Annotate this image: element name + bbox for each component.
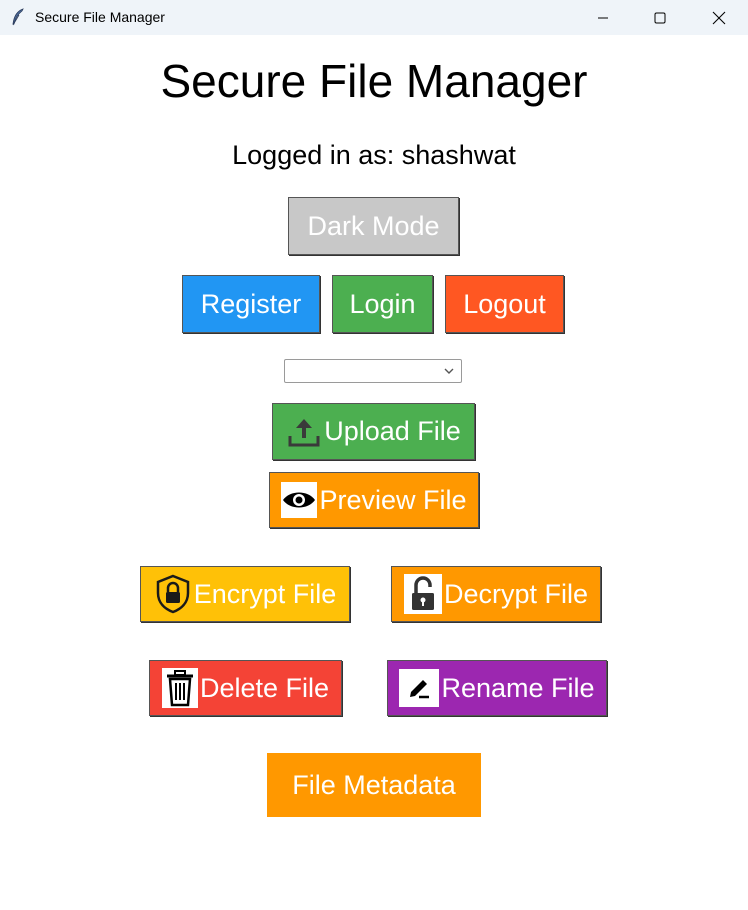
chevron-down-icon xyxy=(444,368,454,374)
upload-file-button[interactable]: Upload File xyxy=(272,403,475,460)
dark-mode-button[interactable]: Dark Mode xyxy=(288,197,459,255)
upload-file-label: Upload File xyxy=(324,416,461,446)
shield-lock-icon xyxy=(154,574,192,614)
logout-button[interactable]: Logout xyxy=(445,275,564,333)
preview-file-label: Preview File xyxy=(319,484,467,515)
register-label: Register xyxy=(200,288,302,319)
pencil-icon xyxy=(399,669,440,707)
dark-mode-label: Dark Mode xyxy=(307,210,440,241)
logged-in-label: Logged in as: shashwat xyxy=(232,140,516,170)
file-select[interactable] xyxy=(284,359,462,383)
close-icon xyxy=(712,11,726,24)
delete-file-label: Delete File xyxy=(199,672,330,703)
trash-icon xyxy=(161,668,198,708)
encrypt-file-label: Encrypt File xyxy=(193,578,337,609)
eye-icon xyxy=(281,482,318,518)
decrypt-file-button[interactable]: Decrypt File xyxy=(391,566,601,622)
maximize-icon xyxy=(654,12,666,23)
delete-file-button[interactable]: Delete File xyxy=(149,660,342,716)
close-button[interactable] xyxy=(690,0,748,35)
rename-file-button[interactable]: Rename File xyxy=(387,660,607,716)
encrypt-file-button[interactable]: Encrypt File xyxy=(140,566,350,622)
title-bar: Secure File Manager xyxy=(0,0,748,35)
file-metadata-button[interactable]: File Metadata xyxy=(267,753,481,817)
page-title: Secure File Manager xyxy=(160,55,588,107)
app-window: Secure File Manager Secure File Manager … xyxy=(0,0,748,910)
file-metadata-label: File Metadata xyxy=(292,769,456,800)
register-button[interactable]: Register xyxy=(182,275,320,333)
minimize-icon xyxy=(598,17,608,18)
login-button[interactable]: Login xyxy=(332,275,433,333)
logout-label: Logout xyxy=(463,288,546,319)
preview-file-button[interactable]: Preview File xyxy=(269,472,479,528)
maximize-button[interactable] xyxy=(631,0,689,35)
unlock-icon xyxy=(403,574,442,614)
login-label: Login xyxy=(349,288,416,319)
rename-file-label: Rename File xyxy=(441,672,595,703)
feather-icon xyxy=(10,8,26,26)
window-title: Secure File Manager xyxy=(35,9,165,25)
minimize-button[interactable] xyxy=(574,0,632,35)
upload-icon xyxy=(286,414,322,450)
decrypt-file-label: Decrypt File xyxy=(443,578,589,609)
